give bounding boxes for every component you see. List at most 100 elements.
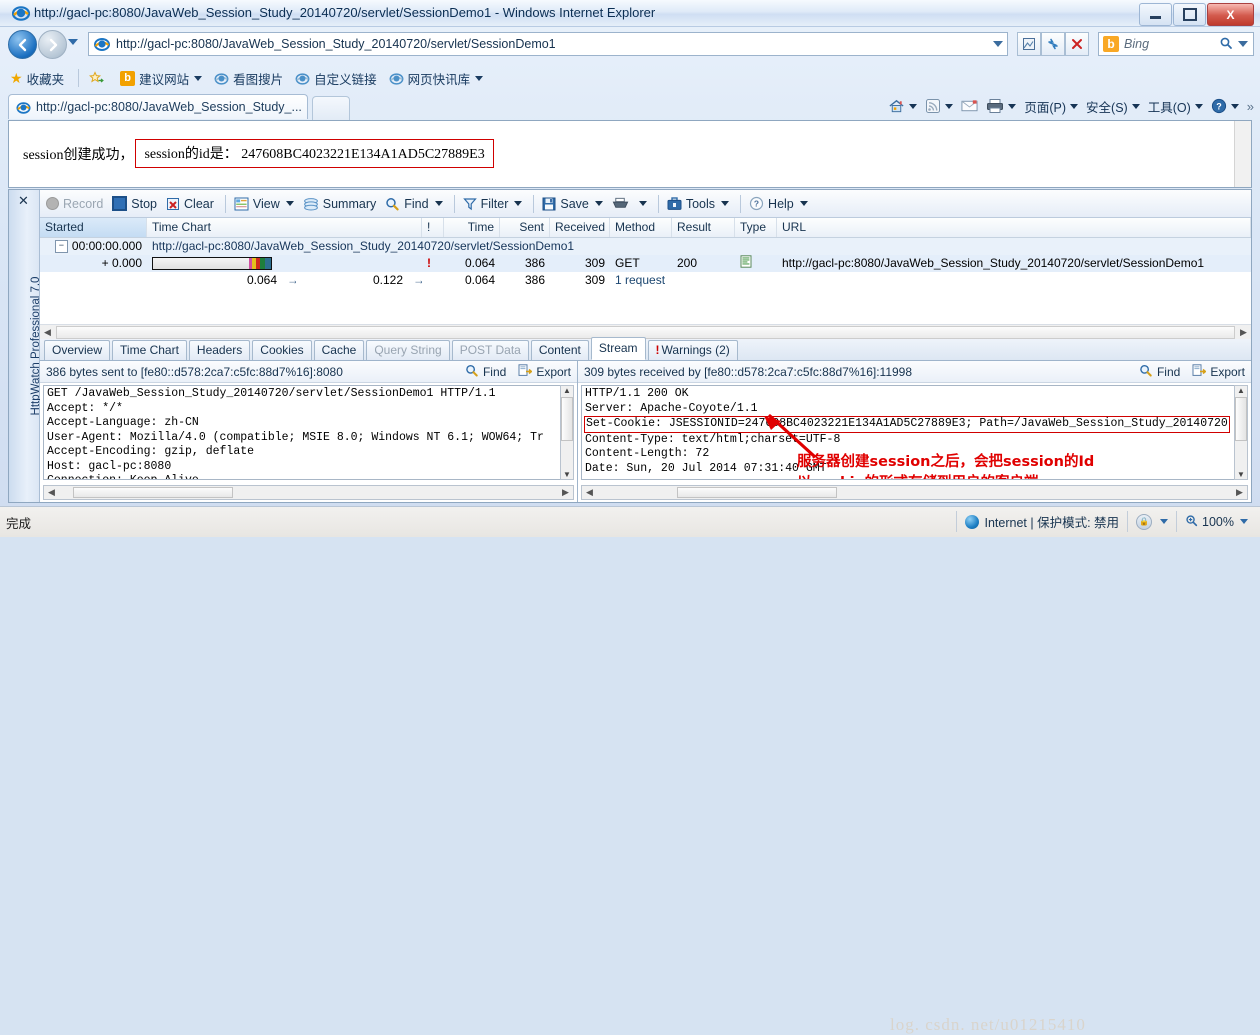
stop-button[interactable]: Stop [112,196,157,211]
scroll-left-icon[interactable]: ◀ [40,327,55,338]
tab-post-data[interactable]: POST Data [451,340,529,360]
col-type[interactable]: Type [735,218,777,237]
httpwatch-close-icon[interactable]: ✕ [18,193,29,209]
request-export-button[interactable]: Export [518,363,571,380]
save-button[interactable]: Save [542,197,603,211]
filter-button[interactable]: Filter [462,197,523,211]
ie-favicon-icon [94,38,110,51]
browser-tab-active[interactable]: http://gacl-pc:8080/JavaWeb_Session_Stud… [8,94,308,119]
recent-pages-dropdown[interactable] [68,39,78,45]
response-find-button[interactable]: Find [1139,364,1180,380]
forward-button[interactable] [38,30,67,59]
help-button[interactable]: ? Help [749,196,808,211]
tab-overview[interactable]: Overview [44,340,111,360]
col-time[interactable]: Time [444,218,500,237]
safety-menu-button[interactable]: 安全(S) [1086,97,1140,116]
fav-item-1[interactable]: 看图搜片 [214,69,283,88]
help-menu-button[interactable]: ? [1211,98,1239,114]
tab-cache[interactable]: Cache [313,340,365,360]
table-row-group[interactable]: −00:00:00.000 http://gacl-pc:8080/JavaWe… [40,238,1251,255]
expander-icon[interactable]: − [54,240,68,254]
stop-button[interactable] [1065,32,1089,56]
scroll-right-icon[interactable]: ▶ [1236,327,1251,338]
request-stream-text[interactable]: GET /JavaWeb_Session_Study_20140720/serv… [43,385,574,480]
close-button[interactable]: X [1207,3,1254,26]
response-export-button[interactable]: Export [1192,363,1245,380]
fav-item-2[interactable]: 自定义链接 [295,69,377,88]
response-stream-text[interactable]: HTTP/1.1 200 OK Server: Apache-Coyote/1.… [581,385,1248,480]
favorites-button[interactable]: ★ 收藏夹 [10,69,64,88]
scroll-thumb[interactable] [561,397,573,441]
find-button[interactable]: Find [385,197,443,211]
scroll-left-icon[interactable]: ◀ [44,487,59,498]
col-received[interactable]: Received [550,218,610,237]
back-button[interactable] [8,30,37,59]
scroll-down-icon[interactable]: ▼ [563,470,571,479]
tab-query-string[interactable]: Query String [366,340,450,360]
request-vertical-scrollbar[interactable]: ▲ ▼ [560,385,574,480]
search-icon[interactable] [1219,36,1233,53]
fav-item-3[interactable]: 网页快讯库 [389,69,484,88]
summary-button[interactable]: Summary [303,197,376,211]
command-bar-overflow-icon[interactable]: » [1247,99,1254,114]
tab-headers[interactable]: Headers [188,340,251,360]
col-result[interactable]: Result [672,218,735,237]
feeds-button[interactable] [925,98,954,114]
tools-button[interactable]: Tools [667,197,730,211]
request-horizontal-scrollbar[interactable]: ◀ ▶ [43,485,574,500]
table-row-request[interactable]: + 0.000 ! 0.064 386 309 GET 200 http://g… [40,255,1251,272]
request-stream-pane: 386 bytes sent to [fe80::d578:2ca7:c5fc:… [40,361,578,502]
response-vertical-scrollbar[interactable]: ▲ ▼ [1234,385,1248,480]
tab-time-chart[interactable]: Time Chart [112,340,187,360]
tab-content[interactable]: Content [530,340,589,360]
print-button[interactable] [612,197,647,211]
tab-warnings[interactable]: ! Warnings (2) [647,340,738,360]
mail-button[interactable] [961,99,978,113]
new-tab-button[interactable] [312,96,350,120]
view-button[interactable]: View [234,197,294,211]
scroll-thumb[interactable] [73,487,233,498]
scroll-right-icon[interactable]: ▶ [1232,487,1247,498]
refresh-button[interactable] [1041,32,1065,56]
print-button[interactable] [986,98,1017,114]
record-button[interactable]: Record [46,197,103,211]
zoom-control[interactable]: 100% [1176,511,1256,532]
search-box[interactable]: b Bing [1098,32,1254,56]
col-sent[interactable]: Sent [500,218,550,237]
col-time-chart[interactable]: Time Chart [147,218,422,237]
search-dropdown-icon[interactable] [1238,41,1248,47]
scroll-thumb[interactable] [1235,397,1247,441]
status-bar-right: Internet | 保护模式: 禁用 🔒 100% [956,511,1256,532]
compatibility-view-button[interactable] [1017,32,1041,56]
maximize-button[interactable] [1173,3,1206,26]
col-method[interactable]: Method [610,218,672,237]
add-to-favorites-bar-button[interactable] [89,70,108,86]
filter-icon [462,197,477,211]
page-vertical-scrollbar[interactable] [1234,121,1251,187]
response-horizontal-scrollbar[interactable]: ◀ ▶ [581,485,1248,500]
time-chart-bar [152,257,272,271]
close-icon: X [1226,7,1235,22]
fav-item-0[interactable]: b 建议网站 [120,69,203,88]
col-warning[interactable]: ! [422,218,444,237]
privacy-indicator[interactable]: 🔒 [1127,511,1176,532]
scroll-right-icon[interactable]: ▶ [558,487,573,498]
page-menu-button[interactable]: 页面(P) [1024,97,1079,116]
scroll-up-icon[interactable]: ▲ [1237,386,1245,395]
url-bar[interactable]: http://gacl-pc:8080/JavaWeb_Session_Stud… [88,32,1008,56]
tools-menu-button[interactable]: 工具(O) [1148,97,1203,116]
col-started[interactable]: Started [40,218,147,237]
scroll-left-icon[interactable]: ◀ [582,487,597,498]
security-zone-indicator[interactable]: Internet | 保护模式: 禁用 [956,511,1127,532]
url-dropdown-icon[interactable] [993,41,1003,47]
tab-stream[interactable]: Stream [590,337,646,360]
home-button[interactable] [888,98,918,114]
clear-button[interactable]: Clear [166,197,214,211]
col-url[interactable]: URL [777,218,1251,237]
scroll-down-icon[interactable]: ▼ [1237,470,1245,479]
request-find-button[interactable]: Find [465,364,506,380]
scroll-up-icon[interactable]: ▲ [563,386,571,395]
scroll-thumb[interactable] [677,487,837,498]
minimize-button[interactable] [1139,3,1172,26]
tab-cookies[interactable]: Cookies [252,340,312,360]
